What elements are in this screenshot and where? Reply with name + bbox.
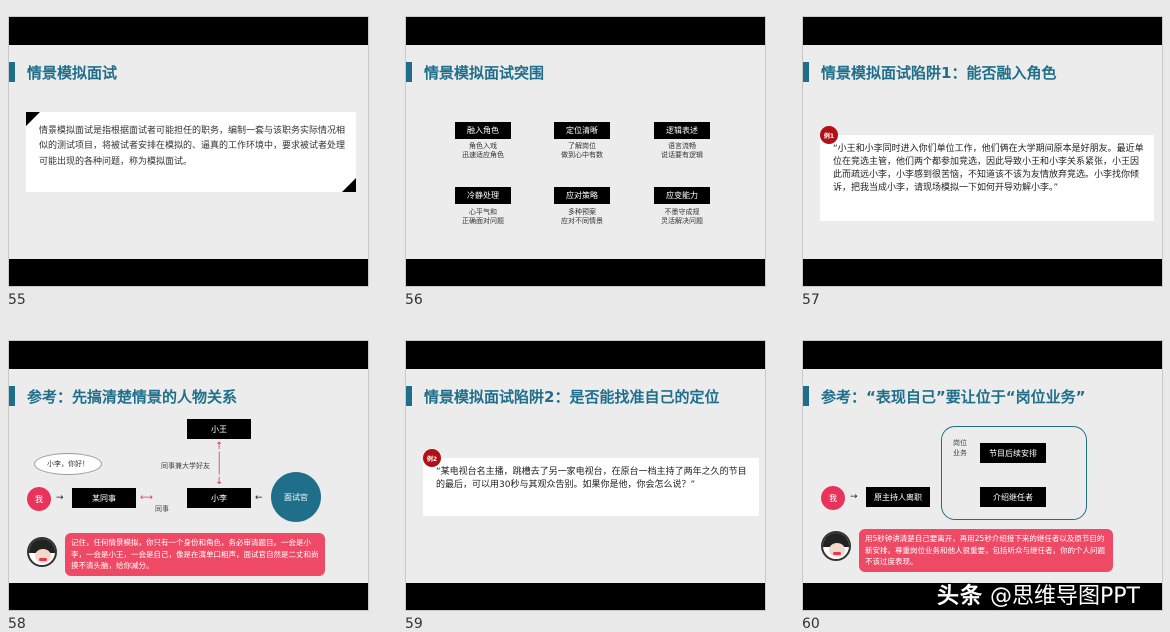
strategy-label: 定位清晰 <box>554 122 610 139</box>
slide-header-bar <box>803 17 1162 45</box>
strategy-label: 应变能力 <box>654 187 710 204</box>
slide-number: 56 <box>405 292 423 308</box>
slide-header-bar <box>406 341 765 369</box>
colleague-node: 某同事 <box>72 488 136 508</box>
strategy-desc: 多种预案 应对不同情景 <box>561 208 603 226</box>
definition-text: 情景模拟面试是指根据面试者可能担任的职务，编制一套与该职务实际情况相似的测试项目… <box>39 126 346 167</box>
strategy-desc: 不墨守成规 灵活解决问题 <box>661 208 703 226</box>
group-label: 岗位 业务 <box>953 439 967 457</box>
arrow-left-icon: ← <box>255 493 263 503</box>
slide-title: 参考：先搞清楚情景的人物关系 <box>9 385 237 407</box>
slide-footer-bar <box>406 259 765 286</box>
title-accent-bar <box>803 386 809 406</box>
slide-number: 59 <box>405 616 423 632</box>
double-arrow-vertical-icon: ↑ │ │ ↓ <box>215 441 224 487</box>
slide-title: 情景模拟面试 <box>9 61 117 83</box>
strategy-label: 应对策略 <box>554 187 610 204</box>
slide-title: 情景模拟面试陷阱2：是否能找准自己的定位 <box>406 385 719 407</box>
strategy-desc: 语言流畅 说话要有逻辑 <box>661 142 703 160</box>
strategy-label: 冷静处理 <box>455 187 511 204</box>
corner-triangle-icon <box>26 112 40 126</box>
title-accent-bar <box>406 386 412 406</box>
slide-thumbnail-56[interactable]: 情景模拟面试突围 融入角色 角色入戏 迅速适应角色 定位清晰 了解岗位 做到心中… <box>405 16 766 287</box>
title-accent-bar <box>406 62 412 82</box>
slide-thumbnail-60[interactable]: 参考：“表现自己”要让位于“岗位业务” 岗位 业务 节目后续安排 介绍继任者 我… <box>802 340 1163 611</box>
xiaoli-node: 小李 <box>187 488 251 508</box>
watermark-brand: 头条 <box>937 584 984 609</box>
title-accent-bar <box>9 386 15 406</box>
slide-thumbnail-58[interactable]: 参考：先搞清楚情景的人物关系 小李，你好！ 我 → 某同事 ⟷ 同事 小王 ↑ │… <box>8 340 369 611</box>
slide-number: 60 <box>802 616 820 632</box>
watermark-handle: @思维导图PPT <box>990 584 1140 609</box>
slide-header-bar <box>803 341 1162 369</box>
interviewer-node: 面试官 <box>271 472 321 522</box>
title-accent-bar <box>9 62 15 82</box>
me-node: 我 <box>821 486 845 510</box>
slide-title: 情景模拟面试陷阱1：能否融入角色 <box>803 61 1056 83</box>
arrow-right-icon: → <box>56 493 64 503</box>
slide-title: 参考：“表现自己”要让位于“岗位业务” <box>803 385 1085 407</box>
example-quote: “某电视台名主播，跳槽去了另一家电视台，在原台一档主持了两年之久的节目的最后，可… <box>436 467 747 491</box>
slide-number: 55 <box>8 292 26 308</box>
slide-header-bar <box>9 17 368 45</box>
avatar <box>27 537 57 567</box>
strategy-desc: 心平气和 正确面对问题 <box>462 208 504 226</box>
slide-thumbnail-55[interactable]: 情景模拟面试 情景模拟面试是指根据面试者可能担任的职务，编制一套与该职务实际情况… <box>8 16 369 287</box>
watermark: 头条 @思维导图PPT <box>937 578 1140 610</box>
schedule-node: 节目后续安排 <box>980 443 1046 463</box>
slide-thumbnail-57[interactable]: 情景模拟面试陷阱1：能否融入角色 例1 “小王和小李同时进入你们单位工作，他们俩… <box>802 16 1163 287</box>
double-arrow-icon: ⟷ <box>140 493 153 503</box>
slide-title: 情景模拟面试突围 <box>406 61 544 83</box>
slide-thumbnail-59[interactable]: 情景模拟面试陷阱2：是否能找准自己的定位 例2 “某电视台名主播，跳槽去了另一家… <box>405 340 766 611</box>
slide-footer-bar <box>803 259 1162 286</box>
example-badge: 例1 <box>820 126 838 144</box>
tip-box: 记住，任何情景模拟，你只有一个身份和角色，务必审清题目。一会是小李，一会是小王，… <box>65 533 325 576</box>
successor-node: 介绍继任者 <box>980 487 1046 507</box>
strategy-label: 融入角色 <box>455 122 511 139</box>
relation-label-colleague: 同事 <box>155 505 169 513</box>
slide-footer-bar <box>9 259 368 286</box>
strategy-label: 逻辑表述 <box>654 122 710 139</box>
title-accent-bar <box>803 62 809 82</box>
slide-header-bar <box>9 341 368 369</box>
strategy-desc: 角色入戏 迅速适应角色 <box>462 142 504 160</box>
arrow-right-icon: → <box>850 492 858 502</box>
leave-node: 原主持人离职 <box>866 487 930 507</box>
example-badge: 例2 <box>423 449 441 467</box>
me-node: 我 <box>27 487 51 511</box>
xiaowang-node: 小王 <box>187 419 251 439</box>
avatar <box>821 531 851 561</box>
tip-box: 用5秒钟讲清楚自己要离开，再用25秒介绍接下来的继任者以及原节目的新安排。尊重岗… <box>859 529 1113 572</box>
slide-number: 58 <box>8 616 26 632</box>
definition-card: 情景模拟面试是指根据面试者可能担任的职务，编制一套与该职务实际情况相似的测试项目… <box>26 112 356 192</box>
corner-triangle-icon <box>342 178 356 192</box>
slide-number: 57 <box>802 292 820 308</box>
relation-label-classmate: 同事兼大学好友 <box>161 462 210 470</box>
slide-footer-bar <box>406 583 765 610</box>
greeting-bubble: 小李，你好！ <box>34 453 102 475</box>
strategy-desc: 了解岗位 做到心中有数 <box>561 142 603 160</box>
example-quote: “小王和小李同时进入你们单位工作，他们俩在大学期间原本是好朋友。最近单位在竞选主… <box>833 144 1144 194</box>
slide-header-bar <box>406 17 765 45</box>
slide-footer-bar <box>9 583 368 610</box>
